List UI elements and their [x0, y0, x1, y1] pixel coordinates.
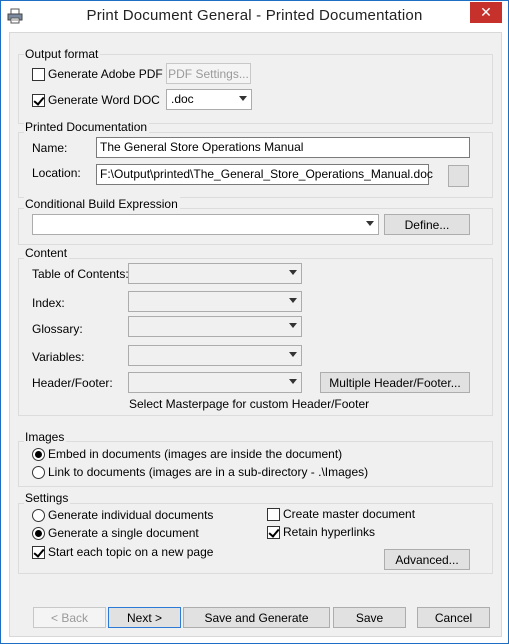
images-label: Images	[24, 430, 67, 444]
advanced-button[interactable]: Advanced...	[384, 549, 470, 570]
embed-images-label: Embed in documents (images are inside th…	[48, 447, 343, 461]
toc-select[interactable]	[128, 263, 302, 284]
link-images-label: Link to documents (images are in a sub-d…	[48, 465, 369, 479]
close-button[interactable]: ✕	[470, 2, 502, 23]
new-page-label: Start each topic on a new page	[48, 545, 214, 559]
pdf-settings-button[interactable]: PDF Settings...	[166, 63, 251, 84]
retain-hyperlinks-label: Retain hyperlinks	[283, 525, 376, 539]
glossary-select[interactable]	[128, 316, 302, 337]
close-icon: ✕	[480, 4, 492, 20]
chevron-down-icon	[289, 352, 297, 357]
master-document-checkbox[interactable]	[267, 508, 280, 521]
back-button[interactable]: < Back	[33, 607, 106, 628]
chevron-down-icon	[239, 96, 247, 101]
generate-doc-label: Generate Word DOC	[48, 93, 160, 107]
save-and-generate-button[interactable]: Save and Generate	[183, 607, 330, 628]
glossary-label: Glossary:	[32, 322, 83, 336]
link-images-radio[interactable]	[32, 466, 45, 479]
chevron-down-icon	[289, 323, 297, 328]
index-label: Index:	[32, 296, 65, 310]
generate-pdf-checkbox[interactable]	[32, 68, 45, 81]
printed-doc-label: Printed Documentation	[24, 120, 150, 134]
index-select[interactable]	[128, 291, 302, 312]
chevron-down-icon	[289, 298, 297, 303]
location-input[interactable]: F:\Output\printed\The_General_Store_Oper…	[96, 164, 433, 185]
doc-format-select[interactable]: .doc	[166, 89, 252, 110]
define-button[interactable]: Define...	[384, 214, 470, 235]
retain-hyperlinks-checkbox[interactable]	[267, 526, 280, 539]
header-footer-select[interactable]	[128, 372, 302, 393]
chevron-down-icon	[289, 270, 297, 275]
variables-label: Variables:	[32, 350, 85, 364]
next-button[interactable]: Next >	[108, 607, 181, 628]
conditional-build-select[interactable]	[32, 214, 379, 235]
name-label: Name:	[32, 141, 68, 155]
output-format-label: Output format	[24, 47, 101, 61]
variables-select[interactable]	[128, 345, 302, 366]
conditional-build-label: Conditional Build Expression	[24, 197, 180, 211]
header-footer-label: Header/Footer:	[32, 376, 113, 390]
master-document-label: Create master document	[283, 507, 416, 521]
content-label: Content	[24, 246, 70, 260]
name-input[interactable]: The General Store Operations Manual	[96, 137, 470, 158]
toc-label: Table of Contents:	[32, 267, 129, 281]
output-format-group	[18, 54, 493, 124]
cancel-button[interactable]: Cancel	[417, 607, 490, 628]
location-label: Location:	[32, 166, 81, 180]
settings-label: Settings	[24, 491, 71, 505]
multiple-header-footer-button[interactable]: Multiple Header/Footer...	[320, 372, 470, 393]
doc-format-value: .doc	[171, 92, 194, 106]
single-document-label: Generate a single document	[48, 526, 199, 540]
generate-doc-checkbox[interactable]	[32, 94, 45, 107]
embed-images-radio[interactable]	[32, 448, 45, 461]
dialog-window: Print Document General - Printed Documen…	[0, 0, 509, 644]
chevron-down-icon	[366, 221, 374, 226]
individual-documents-radio[interactable]	[32, 509, 45, 522]
single-document-radio[interactable]	[32, 527, 45, 540]
browse-location-button[interactable]	[448, 165, 469, 187]
new-page-checkbox[interactable]	[32, 546, 45, 559]
dialog-body: Output format Generate Adobe PDF PDF Set…	[9, 32, 502, 637]
individual-documents-label: Generate individual documents	[48, 508, 214, 522]
save-button[interactable]: Save	[333, 607, 406, 628]
chevron-down-icon	[289, 379, 297, 384]
title-bar[interactable]: Print Document General - Printed Documen…	[1, 1, 508, 31]
window-title: Print Document General - Printed Documen…	[86, 7, 423, 24]
masterpage-hint: Select Masterpage for custom Header/Foot…	[129, 397, 370, 411]
generate-pdf-label: Generate Adobe PDF	[48, 67, 163, 81]
